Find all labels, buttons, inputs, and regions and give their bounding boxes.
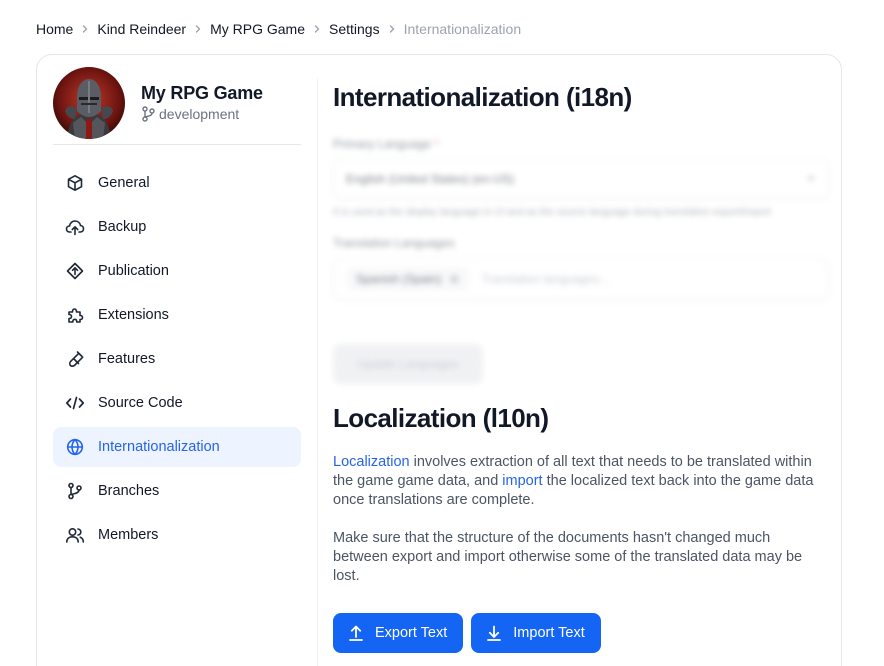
import-text-button[interactable]: Import Text (471, 613, 601, 653)
nav-item-publication[interactable]: Publication (53, 251, 301, 291)
nav-item-label: General (98, 175, 150, 191)
main-content: Internationalization (i18n) Primary Lang… (333, 79, 829, 653)
users-icon (65, 525, 85, 545)
chevron-down-icon (806, 172, 816, 186)
breadcrumb-home[interactable]: Home (36, 21, 73, 37)
import-link[interactable]: import (502, 473, 542, 489)
import-text-label: Import Text (513, 625, 585, 641)
primary-language-label-text: Primary Language (333, 137, 432, 151)
nav-item-label: Internationalization (98, 439, 220, 455)
nav-item-source-code[interactable]: Source Code (53, 383, 301, 423)
vertical-divider (317, 79, 318, 666)
breadcrumb-current: Internationalization (403, 21, 522, 37)
translation-languages-input[interactable]: Spanish (Spain) ⊗ Translation languages..… (333, 258, 829, 300)
translation-languages-label: Translation Languages (333, 236, 455, 250)
project-avatar (53, 66, 125, 139)
nav-item-label: Features (98, 351, 156, 367)
required-marker: * (434, 137, 440, 151)
cube-icon (65, 173, 85, 193)
language-tag[interactable]: Spanish (Spain) ⊗ (346, 267, 470, 291)
settings-nav: General Backup Publication Extensions Fe… (53, 163, 301, 555)
cloud-upload-icon (65, 217, 85, 237)
project-name: My RPG Game (141, 83, 263, 103)
nav-item-label: Publication (98, 263, 169, 279)
nav-item-label: Members (98, 527, 159, 543)
nav-item-label: Extensions (98, 307, 169, 323)
l10n-title: Localization (l10n) (333, 403, 549, 433)
settings-sidebar: My RPG Game development General Backup P… (53, 66, 301, 559)
nav-item-internationalization[interactable]: Internationalization (53, 427, 301, 467)
project-branch-label: development (159, 106, 240, 122)
nav-item-members[interactable]: Members (53, 515, 301, 555)
nav-item-features[interactable]: Features (53, 339, 301, 379)
primary-language-value: English (United States) (en-US) (346, 172, 515, 186)
update-languages-button[interactable]: Update Languages (333, 344, 483, 384)
primary-language-label: Primary Language * (333, 137, 829, 151)
project-header: My RPG Game development (53, 66, 301, 145)
l10n-warning: Make sure that the structure of the docu… (333, 530, 803, 584)
breadcrumb-settings[interactable]: Settings (329, 21, 380, 37)
code-icon (65, 393, 85, 413)
chevron-right-icon (193, 24, 203, 34)
breadcrumb: Home Kind Reindeer My RPG Game Settings … (36, 19, 521, 39)
nav-item-label: Branches (98, 483, 160, 499)
settings-card: My RPG Game development General Backup P… (36, 54, 842, 666)
breadcrumb-workspace[interactable]: Kind Reindeer (97, 21, 186, 37)
puzzle-icon (65, 305, 85, 325)
export-text-button[interactable]: Export Text (333, 613, 464, 653)
download-icon (487, 625, 502, 641)
branch-icon (65, 481, 85, 501)
chevron-right-icon (312, 24, 322, 34)
chevron-right-icon (387, 24, 397, 34)
nav-item-general[interactable]: General (53, 163, 301, 203)
nav-item-backup[interactable]: Backup (53, 207, 301, 247)
i18n-title: Internationalization (i18n) (333, 82, 632, 112)
globe-icon (65, 437, 85, 457)
chevron-right-icon (80, 24, 90, 34)
export-text-label: Export Text (375, 625, 448, 641)
i18n-form: Primary Language * English (United State… (333, 137, 829, 384)
nav-item-branches[interactable]: Branches (53, 471, 301, 511)
publish-icon (65, 261, 85, 281)
branch-icon (142, 106, 155, 122)
language-tag-label: Spanish (Spain) (356, 272, 442, 286)
primary-language-hint: It is used as the display language in UI… (333, 207, 772, 218)
close-icon[interactable]: ⊗ (449, 272, 459, 286)
project-branch[interactable]: development (141, 106, 263, 122)
l10n-description: Localization involves extraction of all … (333, 453, 829, 510)
l10n-actions: Export Text Import Text (333, 613, 829, 653)
nav-item-extensions[interactable]: Extensions (53, 295, 301, 335)
nav-item-label: Source Code (98, 395, 183, 411)
breadcrumb-project[interactable]: My RPG Game (210, 21, 305, 37)
primary-language-select[interactable]: English (United States) (en-US) (333, 159, 829, 199)
translation-languages-placeholder: Translation languages... (481, 272, 610, 286)
localization-link[interactable]: Localization (333, 454, 410, 470)
flask-icon (65, 349, 85, 369)
upload-icon (349, 625, 363, 641)
nav-item-label: Backup (98, 219, 147, 235)
